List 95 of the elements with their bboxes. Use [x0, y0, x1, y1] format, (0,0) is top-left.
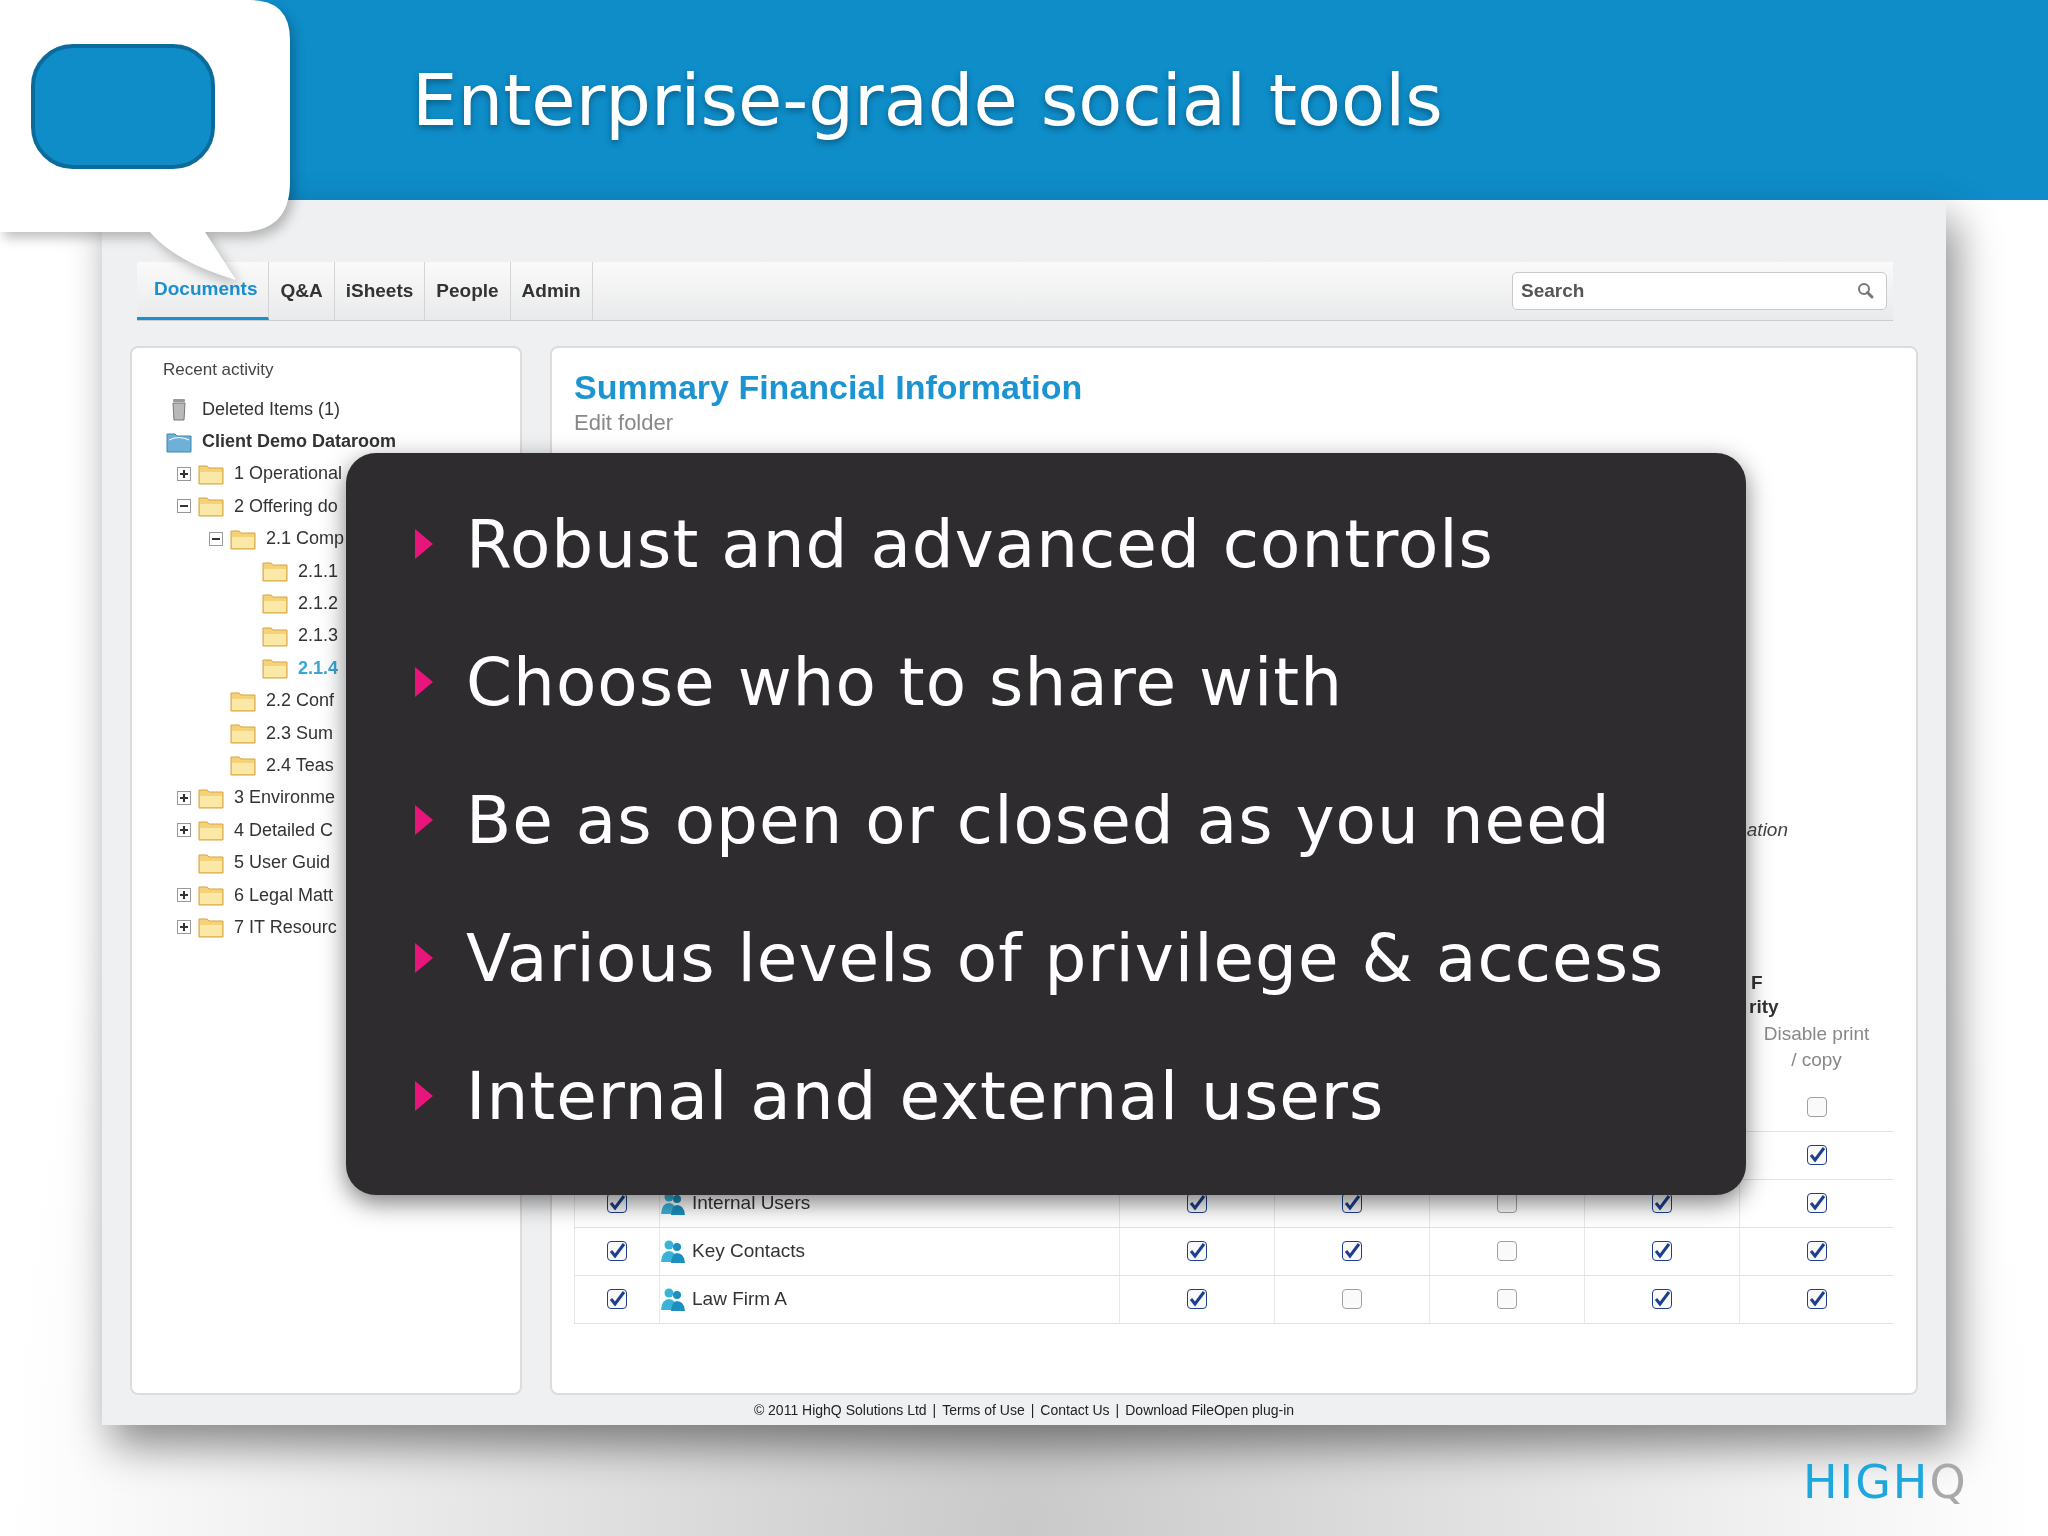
checkbox[interactable]: [1807, 1289, 1827, 1310]
sidebar-heading: Recent activity: [163, 358, 275, 381]
page-subtitle: Edit folder: [574, 408, 675, 437]
folder-icon: [198, 884, 224, 906]
separator: |: [1030, 1402, 1035, 1418]
checkbox[interactable]: [1652, 1289, 1672, 1310]
expand-toggle[interactable]: [177, 499, 191, 514]
checkbox[interactable]: [1497, 1193, 1517, 1214]
tree-item[interactable]: Client Demo Dataroom: [202, 431, 397, 453]
tree-item[interactable]: 2.1.2: [298, 593, 339, 614]
nav-tab[interactable]: Admin: [510, 262, 593, 320]
checkbox[interactable]: [1652, 1193, 1672, 1214]
footer-link[interactable]: Terms of Use: [942, 1402, 1025, 1418]
expand-toggle[interactable]: [177, 888, 191, 902]
expand-toggle[interactable]: [177, 823, 191, 838]
bullet-text: Choose who to share with: [466, 643, 1343, 721]
folder-icon: [198, 819, 224, 842]
checkbox[interactable]: [1807, 1097, 1827, 1118]
bullet-icon: [415, 1081, 433, 1111]
nav-tab[interactable]: iSheets: [334, 262, 426, 320]
bullet-icon: [415, 943, 433, 973]
folder-icon: [198, 916, 224, 939]
checkbox[interactable]: [1807, 1145, 1827, 1166]
tree-item[interactable]: 2.1 Comp: [266, 528, 345, 550]
tree-item[interactable]: 2.4 Teas: [266, 754, 334, 776]
tree-item[interactable]: 6 Legal Matt: [234, 884, 334, 906]
expand-toggle[interactable]: [177, 790, 191, 805]
checkbox[interactable]: [607, 1193, 627, 1214]
separator: |: [1115, 1402, 1120, 1418]
users-icon: [660, 1238, 686, 1265]
separator: |: [932, 1402, 937, 1418]
expand-toggle[interactable]: [177, 920, 191, 935]
tree-item[interactable]: Deleted Items (1): [202, 398, 341, 420]
folder-icon: [230, 754, 256, 777]
tree-item[interactable]: 2.1.3: [298, 625, 339, 647]
checkbox[interactable]: [1187, 1289, 1207, 1310]
bullet-text: Internal and external users: [466, 1057, 1385, 1135]
folder-icon: [198, 495, 224, 518]
tree-item[interactable]: 2.2 Conf: [266, 690, 335, 712]
folder-icon: [262, 657, 288, 680]
folder-icon: [166, 430, 192, 453]
folder-icon: [230, 689, 256, 712]
checkbox[interactable]: [1342, 1241, 1362, 1262]
page-heading: Summary Financial Information: [574, 366, 1084, 408]
tree-item[interactable]: 4 Detailed C: [234, 819, 334, 841]
folder-icon: [198, 462, 224, 485]
checkbox[interactable]: [1652, 1241, 1672, 1262]
column-header: Disable print / copy: [1762, 1021, 1871, 1072]
column-group-header: F: [1750, 970, 1763, 995]
search-field[interactable]: Search: [1512, 271, 1887, 310]
bullet-icon: [415, 805, 433, 835]
copyright-text: © 2011 HighQ Solutions Ltd: [753, 1402, 927, 1418]
folder-icon: [198, 786, 224, 809]
footer-link[interactable]: Download FileOpen plug-in: [1125, 1402, 1295, 1418]
checkbox[interactable]: [1497, 1241, 1517, 1262]
folder-icon: [230, 527, 256, 550]
footer-link[interactable]: Contact Us: [1040, 1402, 1110, 1418]
tree-item[interactable]: 7 IT Resourc: [234, 916, 337, 938]
checkbox[interactable]: [607, 1241, 627, 1262]
tree-item[interactable]: 5 User Guid: [234, 852, 331, 874]
checkbox[interactable]: [1497, 1289, 1517, 1310]
tree-item[interactable]: 2 Offering do: [234, 495, 338, 517]
users-icon: [660, 1286, 686, 1313]
checkbox[interactable]: [1187, 1241, 1207, 1262]
folder-icon: [262, 592, 288, 615]
bullet-icon: [415, 529, 433, 559]
checkbox[interactable]: [1807, 1241, 1827, 1262]
column-group-header: rity: [1749, 994, 1779, 1019]
folder-icon: [198, 851, 224, 874]
user-group-name: Key Contacts: [692, 1240, 805, 1263]
user-group-name: Internal Users: [692, 1192, 811, 1215]
tree-item[interactable]: 2.1.1: [298, 560, 339, 582]
bullet-icon: [415, 667, 433, 697]
description-text: ation: [1746, 818, 1788, 842]
user-group-name: Law Firm A: [692, 1288, 788, 1311]
nav-tab[interactable]: People: [425, 262, 511, 320]
checkbox[interactable]: [607, 1289, 627, 1310]
folder-icon: [262, 560, 288, 583]
expand-toggle[interactable]: [209, 531, 223, 546]
bullet-text: Be as open or closed as you need: [466, 781, 1611, 859]
nav-tab[interactable]: Q&A: [269, 262, 335, 320]
folder-icon: [230, 722, 256, 745]
folder-icon: [262, 624, 288, 647]
checkbox[interactable]: [1342, 1289, 1362, 1310]
bullet-text: Various levels of privilege & access: [466, 919, 1665, 997]
bullet-text: Robust and advanced controls: [466, 505, 1494, 583]
tree-item[interactable]: 2.3 Sum: [266, 722, 334, 744]
tree-item[interactable]: 1 Operational: [234, 463, 343, 485]
brand-logo: HIGHQ: [1803, 1455, 1968, 1509]
expand-toggle[interactable]: [177, 466, 191, 481]
slide-title: Enterprise-grade social tools: [412, 58, 1443, 142]
checkbox[interactable]: [1807, 1193, 1827, 1214]
tree-item[interactable]: 3 Environme: [234, 787, 336, 809]
checkbox[interactable]: [1187, 1193, 1207, 1214]
checkbox[interactable]: [1342, 1193, 1362, 1214]
